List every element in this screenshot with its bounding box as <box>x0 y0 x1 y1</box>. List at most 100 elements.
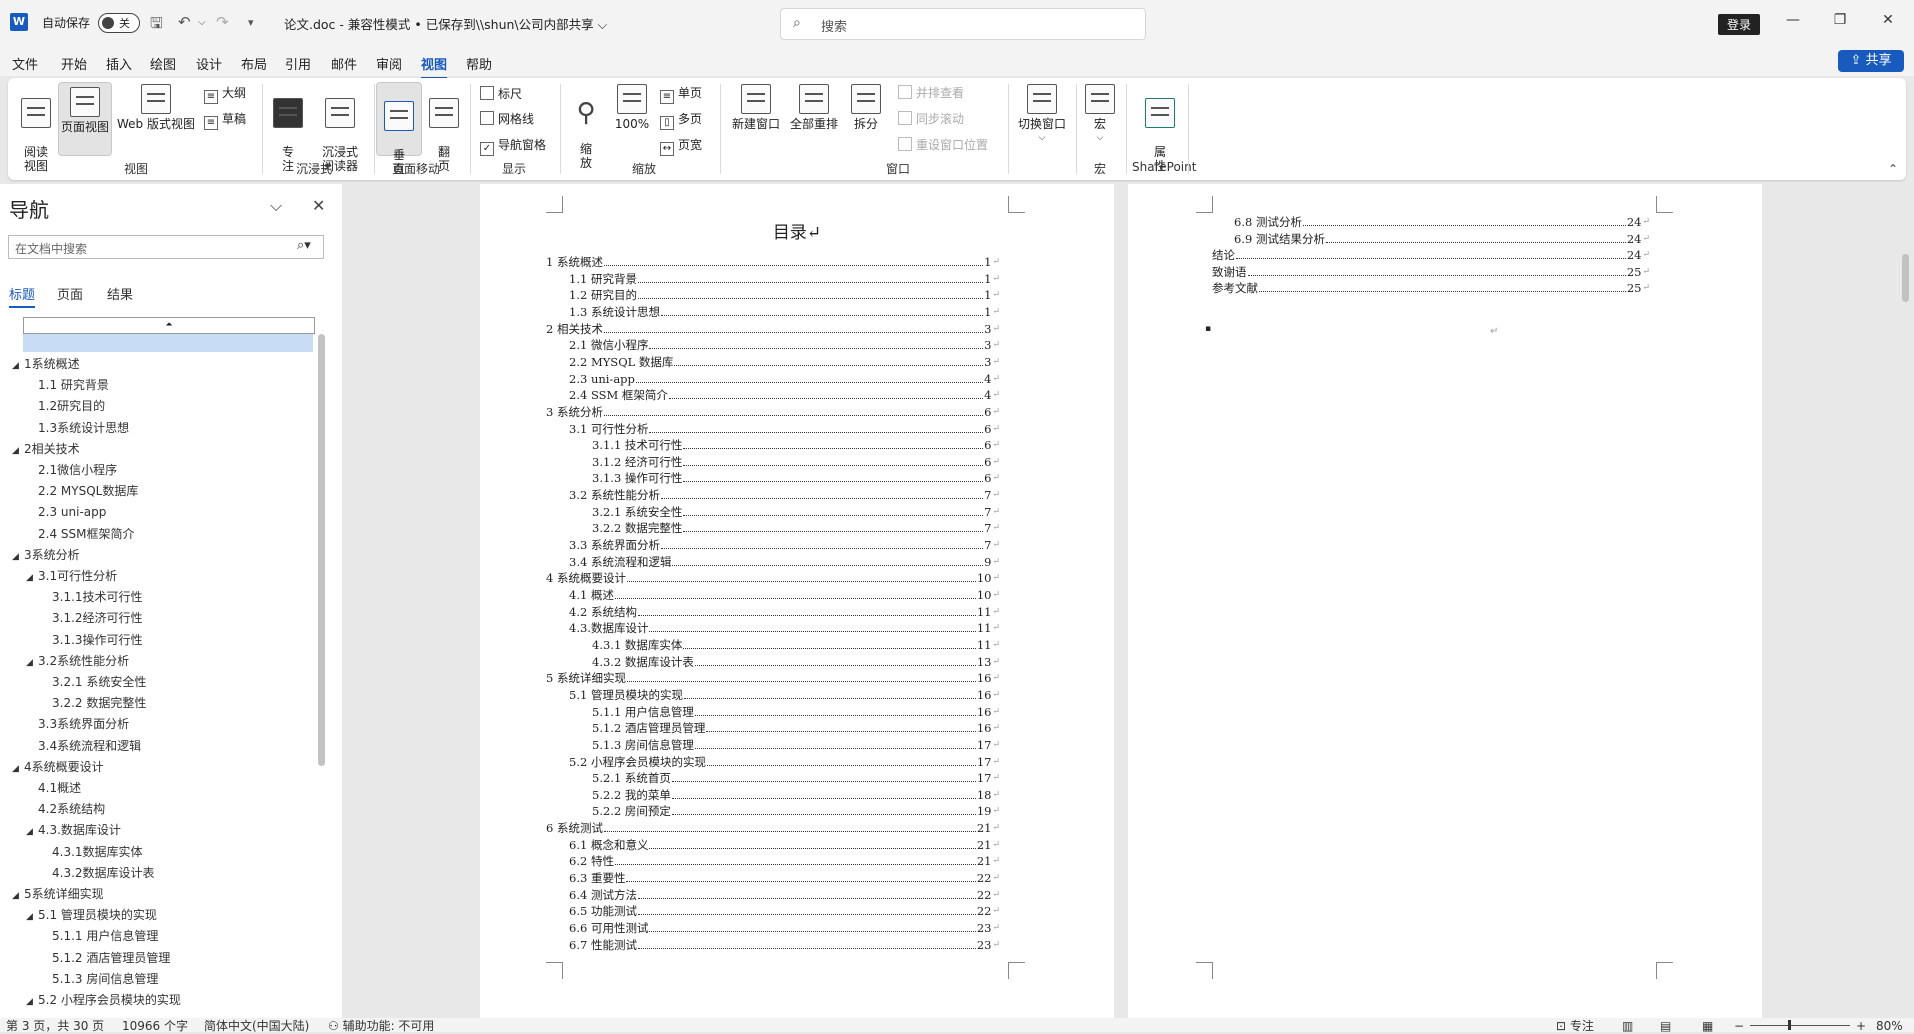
expand-arrow-icon[interactable]: ◢ <box>12 441 24 461</box>
nav-heading-item[interactable]: 3.2.1 系统安全性 <box>40 672 146 692</box>
collapse-ribbon-icon[interactable]: ⌃ <box>1888 162 1898 176</box>
save-icon[interactable]: 🖫 <box>150 13 163 38</box>
tab-references[interactable]: 引用 <box>285 54 311 73</box>
toc-entry[interactable]: 6.9 测试结果分析 24 ↵ <box>1234 230 1650 247</box>
tab-review[interactable]: 审阅 <box>376 54 402 73</box>
gridlines-checkbox[interactable]: 网格线 <box>480 110 534 127</box>
toc-entry[interactable]: 2.2 MYSQL 数据库 3 ↵ <box>569 353 1000 370</box>
nav-heading-item[interactable]: ◢ 4系统概要设计 <box>12 757 104 777</box>
search-icon[interactable]: ⌕▾ <box>297 238 311 253</box>
expand-arrow-icon[interactable]: ◢ <box>12 759 24 779</box>
nav-heading-item[interactable]: 3.1.2经济可行性 <box>40 608 143 628</box>
share-button[interactable]: ⇪ 共享 <box>1838 50 1904 72</box>
nav-heading-item[interactable]: 1.3系统设计思想 <box>26 418 129 438</box>
nav-search-input[interactable]: 在文档中搜索 ⌕▾ <box>8 235 324 259</box>
zoom-slider[interactable] <box>1750 1025 1850 1026</box>
toc-entry[interactable]: 6.6 可用性测试 23 ↵ <box>569 920 1000 936</box>
side-to-side-button[interactable]: 翻 页 <box>424 84 464 173</box>
nav-heading-item[interactable]: 5.1.2 酒店管理员管理 <box>40 948 170 968</box>
draft-button[interactable]: ≡ 草稿 <box>204 110 246 130</box>
toc-entry[interactable]: 6.1 概念和意义 21 ↵ <box>569 836 1000 853</box>
toc-entry[interactable]: 3.1.1 技术可行性 6 ↵ <box>592 437 1000 454</box>
nav-heading-item[interactable]: 3.2.2 数据完整性 <box>40 693 146 713</box>
nav-heading-item[interactable]: ◢ 3.1可行性分析 <box>26 566 117 586</box>
expand-arrow-icon[interactable]: ◢ <box>26 568 38 588</box>
toc-entry[interactable]: 4 系统概要设计 10 ↵ <box>546 570 1000 587</box>
toc-entry[interactable]: 6.5 功能测试 22 ↵ <box>569 903 1000 920</box>
tab-view[interactable]: 视图 <box>421 54 448 79</box>
vertical-button[interactable]: 垂 直 <box>376 82 422 176</box>
expand-arrow-icon[interactable]: ◢ <box>26 653 38 673</box>
view-side-by-side-button[interactable]: 并排查看 <box>898 84 964 101</box>
close-window-icon[interactable]: ✕ <box>1878 12 1898 28</box>
toc-entry[interactable]: 2.3 uni-app 4 ↵ <box>569 370 1000 387</box>
macros-button[interactable]: 宏 ⌵ <box>1082 84 1118 150</box>
toc-entry[interactable]: 4.3.2 数据库设计表 13 ↵ <box>592 653 1000 670</box>
toc-entry[interactable]: 5.1.1 用户信息管理 16 ↵ <box>592 703 1000 720</box>
expand-arrow-icon[interactable]: ◢ <box>26 992 38 1012</box>
search-box[interactable]: ⌕ 搜索 <box>780 8 1146 40</box>
toc-entry[interactable]: 5.2.2 我的菜单 18 ↵ <box>592 786 1000 803</box>
web-view-button[interactable]: Web 版式视图 <box>114 84 198 150</box>
nav-heading-item[interactable]: 4.1概述 <box>26 778 81 798</box>
toc-entry[interactable]: 6.2 特性 21 ↵ <box>569 853 1000 870</box>
nav-heading-item[interactable]: 2.4 SSM框架简介 <box>26 524 135 544</box>
nav-tab-headings[interactable]: 标题 <box>9 284 36 308</box>
document-title[interactable]: 论文.doc - 兼容性模式 • 已保存到\\shun\公司内部共享 ⌵ <box>284 14 607 33</box>
toc-entry[interactable]: 4.3.数据库设计 11 ↵ <box>569 620 1000 637</box>
undo-dropdown-icon[interactable]: ⌵ <box>198 17 206 28</box>
new-window-button[interactable]: 新建窗口 <box>728 84 784 150</box>
toc-entry[interactable]: 致谢语 25 ↵ <box>1212 263 1650 280</box>
nav-heading-item[interactable]: ◢ 3系统分析 <box>12 545 80 565</box>
nav-heading-item[interactable]: 5.1.1 用户信息管理 <box>40 926 158 946</box>
nav-options-icon[interactable]: ⌵ <box>270 196 282 216</box>
nav-scrollbar[interactable] <box>318 334 325 766</box>
toc-entry[interactable]: 5.2 小程序会员模块的实现 17 ↵ <box>569 753 1000 770</box>
tab-draw[interactable]: 绘图 <box>150 54 176 73</box>
split-button[interactable]: 拆分 <box>846 84 886 150</box>
autosave-toggle[interactable]: 关 <box>98 13 140 33</box>
expand-arrow-icon[interactable]: ◢ <box>12 547 24 567</box>
document-scrollbar[interactable] <box>1902 254 1909 302</box>
nav-heading-item[interactable]: ◢ 4.3.数据库设计 <box>26 820 121 840</box>
focus-button[interactable]: 专 注 <box>272 84 304 173</box>
toc-entry[interactable]: 结论 24 ↵ <box>1212 247 1650 264</box>
sync-scroll-button[interactable]: 同步滚动 <box>898 110 964 127</box>
undo-icon[interactable]: ↶ <box>178 13 191 31</box>
customize-toolbar-icon[interactable]: ▾ <box>248 16 254 29</box>
nav-heading-item[interactable]: ◢ 5系统详细实现 <box>12 884 104 904</box>
toc-entry[interactable]: 5.2.1 系统首页 17 ↵ <box>592 770 1000 787</box>
toc-entry[interactable]: 5.2.2 房间预定 19 ↵ <box>592 803 1000 820</box>
restore-icon[interactable]: ❐ <box>1830 12 1850 28</box>
toc-entry[interactable]: 6 系统测试 21 ↵ <box>546 820 1000 837</box>
tab-layout[interactable]: 布局 <box>241 54 267 73</box>
toc-entry[interactable]: 3.4 系统流程和逻辑 9 ↵ <box>569 553 1000 570</box>
toc-entry[interactable]: 2 相关技术 3 ↵ <box>546 320 1000 337</box>
properties-button[interactable]: 属 性 <box>1140 84 1180 173</box>
switch-window-button[interactable]: 切换窗口 ⌵ <box>1012 84 1072 150</box>
nav-heading-item[interactable]: ◢ 2相关技术 <box>12 439 80 459</box>
toc-entry[interactable]: 6.7 性能测试 23 ↵ <box>569 936 1000 953</box>
read-view-button[interactable]: 阅读 视图 <box>14 84 58 173</box>
multiple-pages-button[interactable]: ▯ 多页 <box>660 110 702 130</box>
toc-entry[interactable]: 2.4 SSM 框架简介 4 ↵ <box>569 387 1000 404</box>
expand-arrow-icon[interactable]: ◢ <box>26 907 38 927</box>
nav-heading-item[interactable]: 3.1.1技术可行性 <box>40 587 143 607</box>
nav-heading-item[interactable]: ◢ 5.1 管理员模块的实现 <box>26 905 157 925</box>
toc-entry[interactable]: 1.1 研究背景 1 ↵ <box>569 270 1000 287</box>
page-width-button[interactable]: ↔ 页宽 <box>660 136 702 156</box>
nav-heading-item[interactable]: 1.2研究目的 <box>26 396 105 416</box>
toc-entry[interactable]: 3.2.1 系统安全性 7 ↵ <box>592 503 1000 520</box>
arrange-all-button[interactable]: 全部重排 <box>784 84 844 150</box>
toc-entry[interactable]: 参考文献 25 ↵ <box>1212 280 1650 297</box>
page-view-button[interactable]: 页面视图 <box>58 82 112 156</box>
toc-entry[interactable]: 3.1.3 操作可行性 6 ↵ <box>592 470 1000 487</box>
nav-heading-item[interactable]: ◢ 5.2 小程序会员模块的实现 <box>26 990 181 1010</box>
nav-heading-item[interactable]: 2.1微信小程序 <box>26 460 117 480</box>
toc-entry[interactable]: 6.3 重要性 22 ↵ <box>569 870 1000 887</box>
scroll-to-top-button[interactable]: ⏶ <box>23 317 315 334</box>
document-page[interactable]: ↵ ▪ 6.8 测试分析 24 ↵ 6.9 测试结果分析 24 ↵ 结论 24 ↵ 致谢语 25 ↵ 参… <box>1128 184 1762 1018</box>
immersive-reader-button[interactable]: 沉浸式 阅读器 <box>314 84 366 173</box>
toc-entry[interactable]: 4.3.1 数据库实体 11 ↵ <box>592 636 1000 653</box>
nav-heading-item[interactable]: 3.4系统流程和逻辑 <box>26 736 141 756</box>
